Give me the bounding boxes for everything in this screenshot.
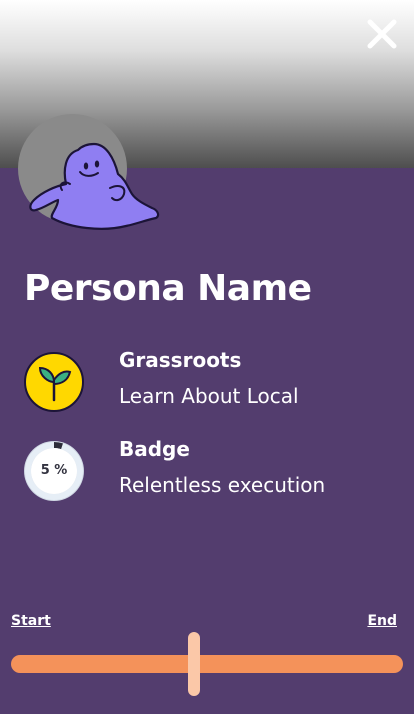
slider-end-label[interactable]: End bbox=[367, 613, 397, 629]
persona-avatar bbox=[18, 114, 163, 239]
row-subtitle: Learn About Local bbox=[119, 384, 299, 408]
persona-name: Persona Name bbox=[24, 268, 312, 309]
slider-thumb[interactable] bbox=[188, 632, 200, 696]
slider-track[interactable] bbox=[11, 655, 403, 673]
close-icon bbox=[367, 19, 397, 49]
row-subtitle: Relentless execution bbox=[119, 473, 326, 497]
sprout-icon bbox=[24, 352, 84, 412]
slider-start-label[interactable]: Start bbox=[11, 613, 51, 629]
purple-blob-character-icon bbox=[29, 142, 160, 230]
progress-label: 5 % bbox=[40, 463, 68, 478]
badge-row: 5 % Badge Relentless execution bbox=[22, 437, 402, 503]
row-title: Badge bbox=[119, 437, 190, 461]
close-button[interactable] bbox=[364, 16, 400, 52]
row-title: Grassroots bbox=[119, 348, 242, 372]
grassroots-row: Grassroots Learn About Local bbox=[22, 348, 402, 414]
